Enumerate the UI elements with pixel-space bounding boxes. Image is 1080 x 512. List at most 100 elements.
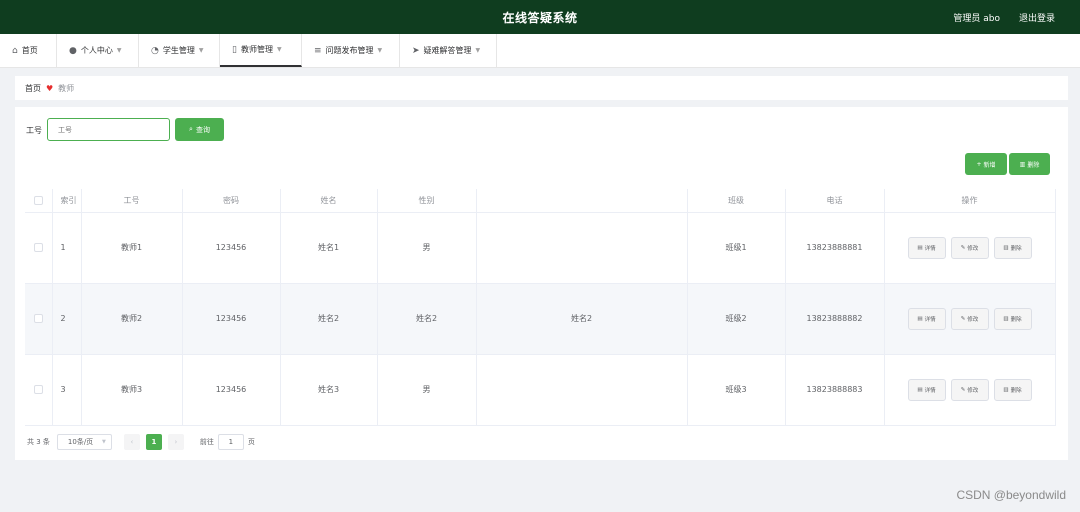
checkbox[interactable] (33, 195, 43, 205)
send-icon: ➤ (412, 45, 420, 56)
cell-ops: ▤ 详情 ✎ 修改 ▥ 删除 (884, 212, 1056, 284)
row-checkbox[interactable] (33, 243, 43, 252)
cell-id: 教师1 (81, 212, 183, 284)
next-page-button[interactable]: › (167, 434, 184, 450)
logout-link[interactable]: 退出登录 (1019, 11, 1055, 24)
nav-item-student-management[interactable]: ◔ 学生管理 ▼ (139, 34, 220, 67)
detail-button[interactable]: ▤ 详情 (907, 307, 946, 330)
page-suffix: 页 (247, 438, 255, 446)
chevron-down-icon: ▼ (116, 47, 122, 54)
nav-item-personal-center[interactable]: ● 个人中心 ▼ (57, 34, 139, 67)
nav-item-answer-management[interactable]: ➤ 疑难解答管理 ▼ (400, 34, 497, 67)
search-icon: ⌕ (189, 125, 193, 133)
cell-password: 123456 (182, 212, 281, 284)
row-checkbox[interactable] (33, 314, 43, 323)
document-icon: ▤ (917, 386, 923, 393)
document-icon: ▤ (917, 244, 923, 251)
select-all-checkbox[interactable] (25, 189, 53, 213)
edit-label: 修改 (967, 316, 979, 323)
teacher-table: 索引 工号 密码 姓名 性别 班级 电话 操作 1 教师1 123456 姓名1… (25, 189, 1056, 426)
search-button[interactable]: ⌕ 查询 (175, 118, 224, 141)
chevron-down-icon: ▼ (276, 46, 282, 53)
column-header: 电话 (785, 189, 885, 213)
cell-ops: ▤ 详情 ✎ 修改 ▥ 删除 (884, 283, 1056, 355)
cell-phone: 13823888881 (785, 212, 885, 284)
cell-phone: 13823888882 (785, 283, 885, 355)
row-delete-button[interactable]: ▥ 删除 (993, 236, 1032, 259)
cell-phone: 13823888883 (785, 354, 885, 426)
column-header: 工号 (81, 189, 183, 213)
pagination: 共 3 条 10条/页 ▼ ‹ 1 › 前往 页 (27, 434, 255, 450)
detail-button[interactable]: ▤ 详情 (907, 378, 946, 401)
edit-label: 修改 (967, 245, 979, 252)
cell-extra: 姓名2 (476, 283, 688, 355)
chevron-right-icon: › (174, 438, 178, 446)
cell-id: 教师2 (81, 283, 183, 355)
add-button[interactable]: + 新增 (965, 153, 1007, 175)
goto-label: 前往 (199, 438, 214, 446)
breadcrumb: 首页 ♥ 教师 (15, 76, 1068, 100)
cell-class: 班级2 (687, 283, 786, 355)
breadcrumb-home[interactable]: 首页 (25, 83, 41, 94)
cell-name: 姓名3 (280, 354, 378, 426)
edit-button[interactable]: ✎ 修改 (950, 378, 989, 401)
detail-label: 详情 (924, 387, 936, 394)
edit-button[interactable]: ✎ 修改 (950, 307, 989, 330)
chevron-down-icon: ▼ (102, 439, 106, 445)
delete-button-label: 删除 (1027, 161, 1040, 169)
table-header-row: 索引 工号 密码 姓名 性别 班级 电话 操作 (25, 189, 1056, 213)
cell-password: 123456 (182, 283, 281, 355)
nav-item-label: 学生管理 (162, 46, 195, 55)
app-title: 在线答疑系统 (502, 11, 578, 25)
delete-button[interactable]: ▥ 删除 (1009, 153, 1050, 175)
chevron-down-icon: ▼ (475, 47, 481, 54)
cell-name: 姓名1 (280, 212, 378, 284)
plus-icon: + (976, 160, 982, 168)
detail-label: 详情 (924, 316, 936, 323)
gauge-icon: ◔ (151, 45, 159, 56)
delete-label: 删除 (1010, 387, 1022, 394)
page-size-value: 10条/页 (67, 438, 94, 446)
edit-icon: ✎ (960, 315, 966, 322)
trash-icon: ▥ (1003, 386, 1009, 393)
list-icon: ≡ (314, 45, 322, 56)
nav-item-question-management[interactable]: ≡ 问题发布管理 ▼ (302, 34, 400, 67)
page-number-current[interactable]: 1 (145, 434, 162, 450)
detail-button[interactable]: ▤ 详情 (907, 236, 946, 259)
goto-page-input[interactable] (217, 434, 244, 450)
main-content: 工号 ⌕ 查询 + 新增 ▥ 删除 索引 工号 密码 姓名 性别 班级 (15, 107, 1068, 460)
cell-index: 2 (52, 283, 82, 355)
cell-gender: 男 (377, 354, 477, 426)
column-header: 操作 (884, 189, 1056, 213)
delete-label: 删除 (1010, 316, 1022, 323)
nav-item-label: 疑难解答管理 (423, 46, 472, 55)
prev-page-button[interactable]: ‹ (123, 434, 140, 450)
nav-item-label: 问题发布管理 (325, 46, 374, 55)
chevron-left-icon: ‹ (130, 438, 134, 446)
user-icon: ● (69, 45, 77, 56)
edit-label: 修改 (967, 387, 979, 394)
cell-id: 教师3 (81, 354, 183, 426)
cell-index: 3 (52, 354, 82, 426)
table-row: 1 教师1 123456 姓名1 男 班级1 13823888881 ▤ 详情 ✎… (25, 212, 1056, 284)
row-delete-button[interactable]: ▥ 删除 (993, 378, 1032, 401)
nav-item-home[interactable]: ⌂ 首页 (0, 34, 57, 67)
nav-item-label: 首页 (21, 46, 38, 55)
topbar: 在线答疑系统 管理员 abo 退出登录 (0, 0, 1080, 34)
cell-index: 1 (52, 212, 82, 284)
pagination-total: 共 3 条 (27, 438, 50, 446)
row-checkbox[interactable] (33, 385, 43, 394)
trash-icon: ▥ (1003, 244, 1009, 251)
page-size-select[interactable]: 10条/页 ▼ (56, 434, 112, 450)
search-input[interactable] (47, 118, 170, 141)
admin-label: 管理员 abo (953, 14, 1000, 24)
cell-class: 班级3 (687, 354, 786, 426)
home-icon: ⌂ (12, 45, 18, 56)
row-delete-button[interactable]: ▥ 删除 (993, 307, 1032, 330)
edit-button[interactable]: ✎ 修改 (950, 236, 989, 259)
trash-icon: ▥ (1019, 160, 1026, 168)
breadcrumb-current: 教师 (58, 83, 75, 93)
nav-item-teacher-management[interactable]: ▯ 教师管理 ▼ (220, 34, 302, 67)
column-header: 姓名 (280, 189, 378, 213)
column-header: 性别 (377, 189, 477, 213)
